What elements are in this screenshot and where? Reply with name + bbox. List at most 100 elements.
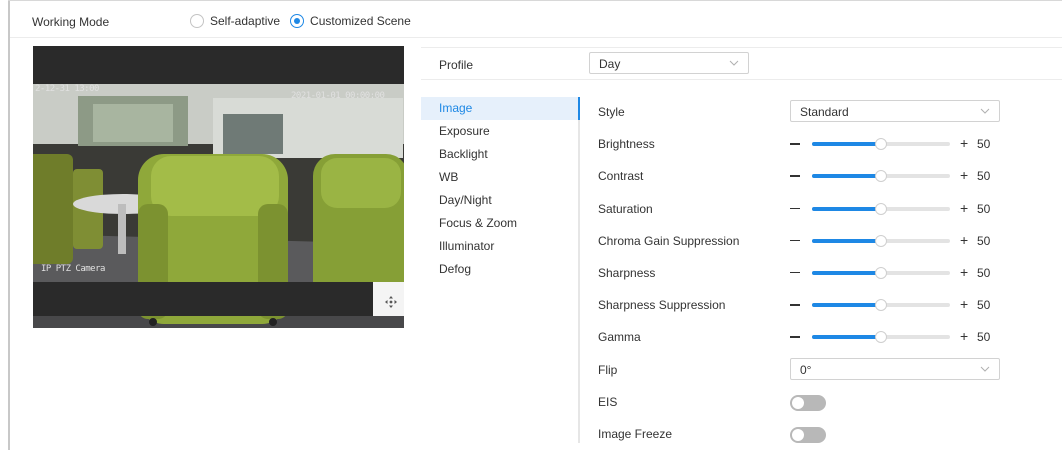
- gamma-row: Gamma +50: [598, 321, 1062, 353]
- slider-track[interactable]: [812, 234, 950, 247]
- radio-self-adaptive[interactable]: Self-adaptive: [190, 14, 280, 28]
- image-settings-menu: Image Exposure Backlight WB Day/Night Fo…: [421, 97, 579, 281]
- image-freeze-toggle[interactable]: [790, 426, 826, 443]
- contrast-value: 50: [977, 169, 991, 184]
- flip-select[interactable]: 0°: [790, 357, 1000, 380]
- plus-icon[interactable]: +: [960, 297, 968, 311]
- menu-item-defog[interactable]: Defog: [421, 258, 579, 281]
- radio-checked-icon[interactable]: [290, 14, 305, 28]
- menu-item-backlight[interactable]: Backlight: [421, 143, 579, 166]
- slider-thumb[interactable]: [875, 170, 887, 183]
- osd-timestamp: 2021-01-01 00:00:00: [291, 91, 385, 101]
- slider-fill: [812, 303, 881, 308]
- slider-fill: [812, 238, 881, 243]
- eis-toggle[interactable]: [790, 394, 826, 411]
- plus-icon[interactable]: +: [960, 233, 968, 247]
- slider-thumb[interactable]: [875, 138, 887, 151]
- slider-thumb[interactable]: [875, 202, 887, 215]
- plus-icon[interactable]: +: [960, 136, 968, 150]
- slider-track[interactable]: [812, 138, 950, 151]
- saturation-row: Saturation +50: [598, 193, 1062, 225]
- radio-customized-scene-label[interactable]: Customized Scene: [310, 14, 411, 28]
- move-arrows-icon[interactable]: [384, 295, 398, 309]
- style-label: Style: [598, 105, 625, 119]
- sharpness-slider[interactable]: +50: [790, 264, 1000, 282]
- minus-icon[interactable]: [790, 271, 800, 274]
- brightness-value: 50: [977, 137, 991, 152]
- working-mode-row: Working Mode Self-adaptive Customized Sc…: [10, 8, 1062, 38]
- chevron-down-icon: [980, 366, 990, 372]
- minus-icon[interactable]: [790, 175, 800, 177]
- menu-item-illuminator[interactable]: Illuminator: [421, 235, 579, 258]
- gamma-slider[interactable]: +50: [790, 328, 1000, 346]
- gamma-value: 50: [977, 330, 991, 345]
- plus-icon[interactable]: +: [960, 201, 968, 215]
- radio-customized-scene[interactable]: Customized Scene: [290, 14, 411, 28]
- slider-fill: [812, 142, 881, 147]
- menu-item-focus-zoom[interactable]: Focus & Zoom: [421, 212, 579, 235]
- contrast-slider[interactable]: +50: [790, 167, 1000, 185]
- slider-thumb[interactable]: [875, 299, 887, 312]
- osd-top-left: 2-12-31 13:00: [35, 84, 99, 94]
- brightness-slider[interactable]: +50: [790, 135, 1000, 153]
- live-preview[interactable]: 2-12-31 13:00 2021-01-01 00:00:00 IP PTZ…: [33, 46, 404, 328]
- slider-fill: [812, 174, 881, 179]
- toggle-knob: [792, 396, 804, 409]
- radio-unchecked-icon[interactable]: [190, 14, 204, 28]
- plus-icon[interactable]: +: [960, 265, 968, 279]
- slider-fill: [812, 270, 881, 275]
- style-row: Style Standard: [598, 96, 1062, 128]
- chroma-gain-suppression-label: Chroma Gain Suppression: [598, 233, 740, 248]
- minus-icon[interactable]: [790, 336, 800, 338]
- sharpness-label: Sharpness: [598, 265, 656, 280]
- sharpness-suppression-row: Sharpness Suppression +50: [598, 289, 1062, 321]
- minus-icon[interactable]: [790, 143, 800, 145]
- image-freeze-row: Image Freeze: [598, 418, 1062, 450]
- sharpness-suppression-slider[interactable]: +50: [790, 296, 1000, 314]
- chevron-down-icon: [980, 108, 990, 114]
- saturation-label: Saturation: [598, 201, 653, 216]
- flip-label: Flip: [598, 362, 618, 377]
- left-frame-border: [8, 0, 10, 450]
- gamma-label: Gamma: [598, 330, 641, 345]
- slider-fill: [812, 206, 881, 211]
- minus-icon[interactable]: [790, 304, 800, 306]
- saturation-value: 50: [977, 201, 991, 216]
- slider-track[interactable]: [812, 331, 950, 344]
- working-mode-radio-group: Self-adaptive Customized Scene: [190, 14, 421, 28]
- slider-track[interactable]: [812, 202, 950, 215]
- profile-label: Profile: [439, 58, 474, 72]
- style-select-value: Standard: [800, 105, 849, 119]
- menu-item-image[interactable]: Image: [421, 97, 579, 120]
- slider-thumb[interactable]: [875, 266, 887, 279]
- menu-item-exposure[interactable]: Exposure: [421, 120, 579, 143]
- menu-divider: [578, 97, 580, 443]
- slider-track[interactable]: [812, 266, 950, 279]
- style-select[interactable]: Standard: [790, 100, 1000, 122]
- contrast-label: Contrast: [598, 169, 644, 184]
- minus-icon[interactable]: [790, 239, 800, 242]
- menu-active-indicator: [578, 97, 580, 120]
- contrast-row: Contrast +50: [598, 160, 1062, 192]
- menu-item-wb[interactable]: WB: [421, 166, 579, 189]
- slider-thumb[interactable]: [875, 234, 887, 247]
- toggle-knob: [792, 428, 804, 441]
- slider-thumb[interactable]: [875, 331, 887, 344]
- profile-select[interactable]: Day: [589, 52, 749, 74]
- slider-track[interactable]: [812, 170, 950, 183]
- chroma-gain-suppression-slider[interactable]: +50: [790, 232, 1000, 250]
- slider-fill: [812, 335, 881, 340]
- plus-icon[interactable]: +: [960, 168, 968, 182]
- profile-row: Profile Day: [421, 47, 1062, 80]
- saturation-slider[interactable]: +50: [790, 200, 1000, 218]
- radio-self-adaptive-label[interactable]: Self-adaptive: [210, 14, 280, 28]
- brightness-label: Brightness: [598, 137, 655, 152]
- eis-row: EIS: [598, 386, 1062, 418]
- plus-icon[interactable]: +: [960, 329, 968, 343]
- slider-track[interactable]: [812, 299, 950, 312]
- chevron-down-icon: [729, 60, 739, 66]
- menu-item-day-night[interactable]: Day/Night: [421, 189, 579, 212]
- eis-label: EIS: [598, 394, 618, 409]
- sharpness-value: 50: [977, 265, 991, 280]
- minus-icon[interactable]: [790, 207, 800, 210]
